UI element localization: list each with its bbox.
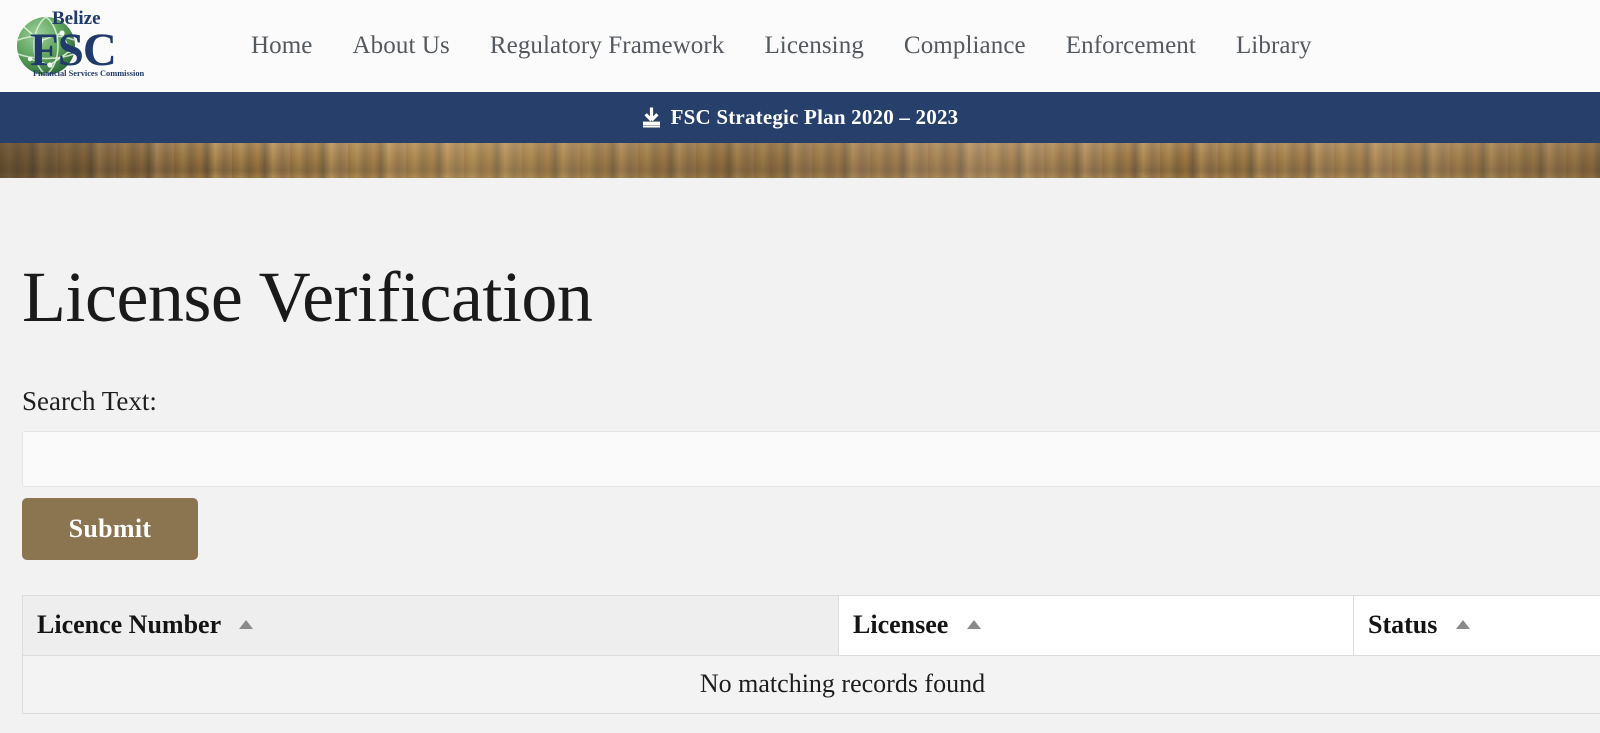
nav-item-compliance[interactable]: Compliance — [884, 32, 1046, 60]
page-title: License Verification — [22, 257, 593, 337]
announcement-text: FSC Strategic Plan 2020 – 2023 — [670, 105, 959, 129]
table-row-empty: No matching records found — [22, 654, 1600, 714]
download-icon — [642, 107, 660, 128]
main-navigation: Home About Us Regulatory Framework Licen… — [231, 32, 1332, 60]
column-header-licensee[interactable]: Licensee — [838, 594, 1354, 656]
results-table: Licence Number Licensee Status No matchi… — [22, 594, 1600, 714]
sort-ascending-icon — [966, 620, 981, 630]
logo-tagline-text: Financial Services Commission — [33, 69, 145, 78]
announcement-content: FSC Strategic Plan 2020 – 2023 — [642, 105, 959, 130]
main-content: License Verification Search Text: Submit… — [0, 178, 1600, 714]
announcement-banner[interactable]: FSC Strategic Plan 2020 – 2023 — [0, 92, 1600, 143]
nav-item-about-us[interactable]: About Us — [333, 32, 470, 60]
column-header-status[interactable]: Status — [1353, 594, 1600, 656]
nav-item-enforcement[interactable]: Enforcement — [1046, 32, 1216, 60]
table-header-row: Licence Number Licensee Status — [22, 594, 1600, 656]
page-root: Belize FSC Financial Services Commission… — [0, 0, 1600, 733]
results-table-body: No matching records found — [22, 654, 1600, 714]
column-header-licensee-label: Licensee — [853, 610, 949, 640]
submit-button[interactable]: Submit — [22, 497, 198, 560]
empty-results-message: No matching records found — [22, 654, 1600, 714]
nav-item-home[interactable]: Home — [231, 32, 333, 60]
sort-ascending-icon — [239, 620, 254, 630]
site-logo[interactable]: Belize FSC Financial Services Commission — [10, 7, 185, 85]
site-header: Belize FSC Financial Services Commission… — [0, 0, 1600, 92]
hero-wood-strip — [0, 143, 1600, 178]
search-input-label: Search Text: — [22, 385, 157, 416]
results-table-container: Licence Number Licensee Status No matchi… — [22, 594, 1600, 714]
nav-item-regulatory-framework[interactable]: Regulatory Framework — [470, 32, 745, 60]
search-input[interactable] — [22, 430, 1600, 487]
sort-ascending-icon — [1455, 620, 1470, 630]
fsc-logo-graphic: Belize FSC Financial Services Commission — [17, 8, 145, 78]
nav-item-library[interactable]: Library — [1216, 32, 1332, 60]
column-header-status-label: Status — [1368, 610, 1438, 640]
column-header-licence-number-label: Licence Number — [37, 610, 221, 640]
results-table-head: Licence Number Licensee Status — [22, 594, 1600, 656]
column-header-licence-number[interactable]: Licence Number — [22, 594, 839, 656]
nav-item-licensing[interactable]: Licensing — [744, 32, 883, 60]
